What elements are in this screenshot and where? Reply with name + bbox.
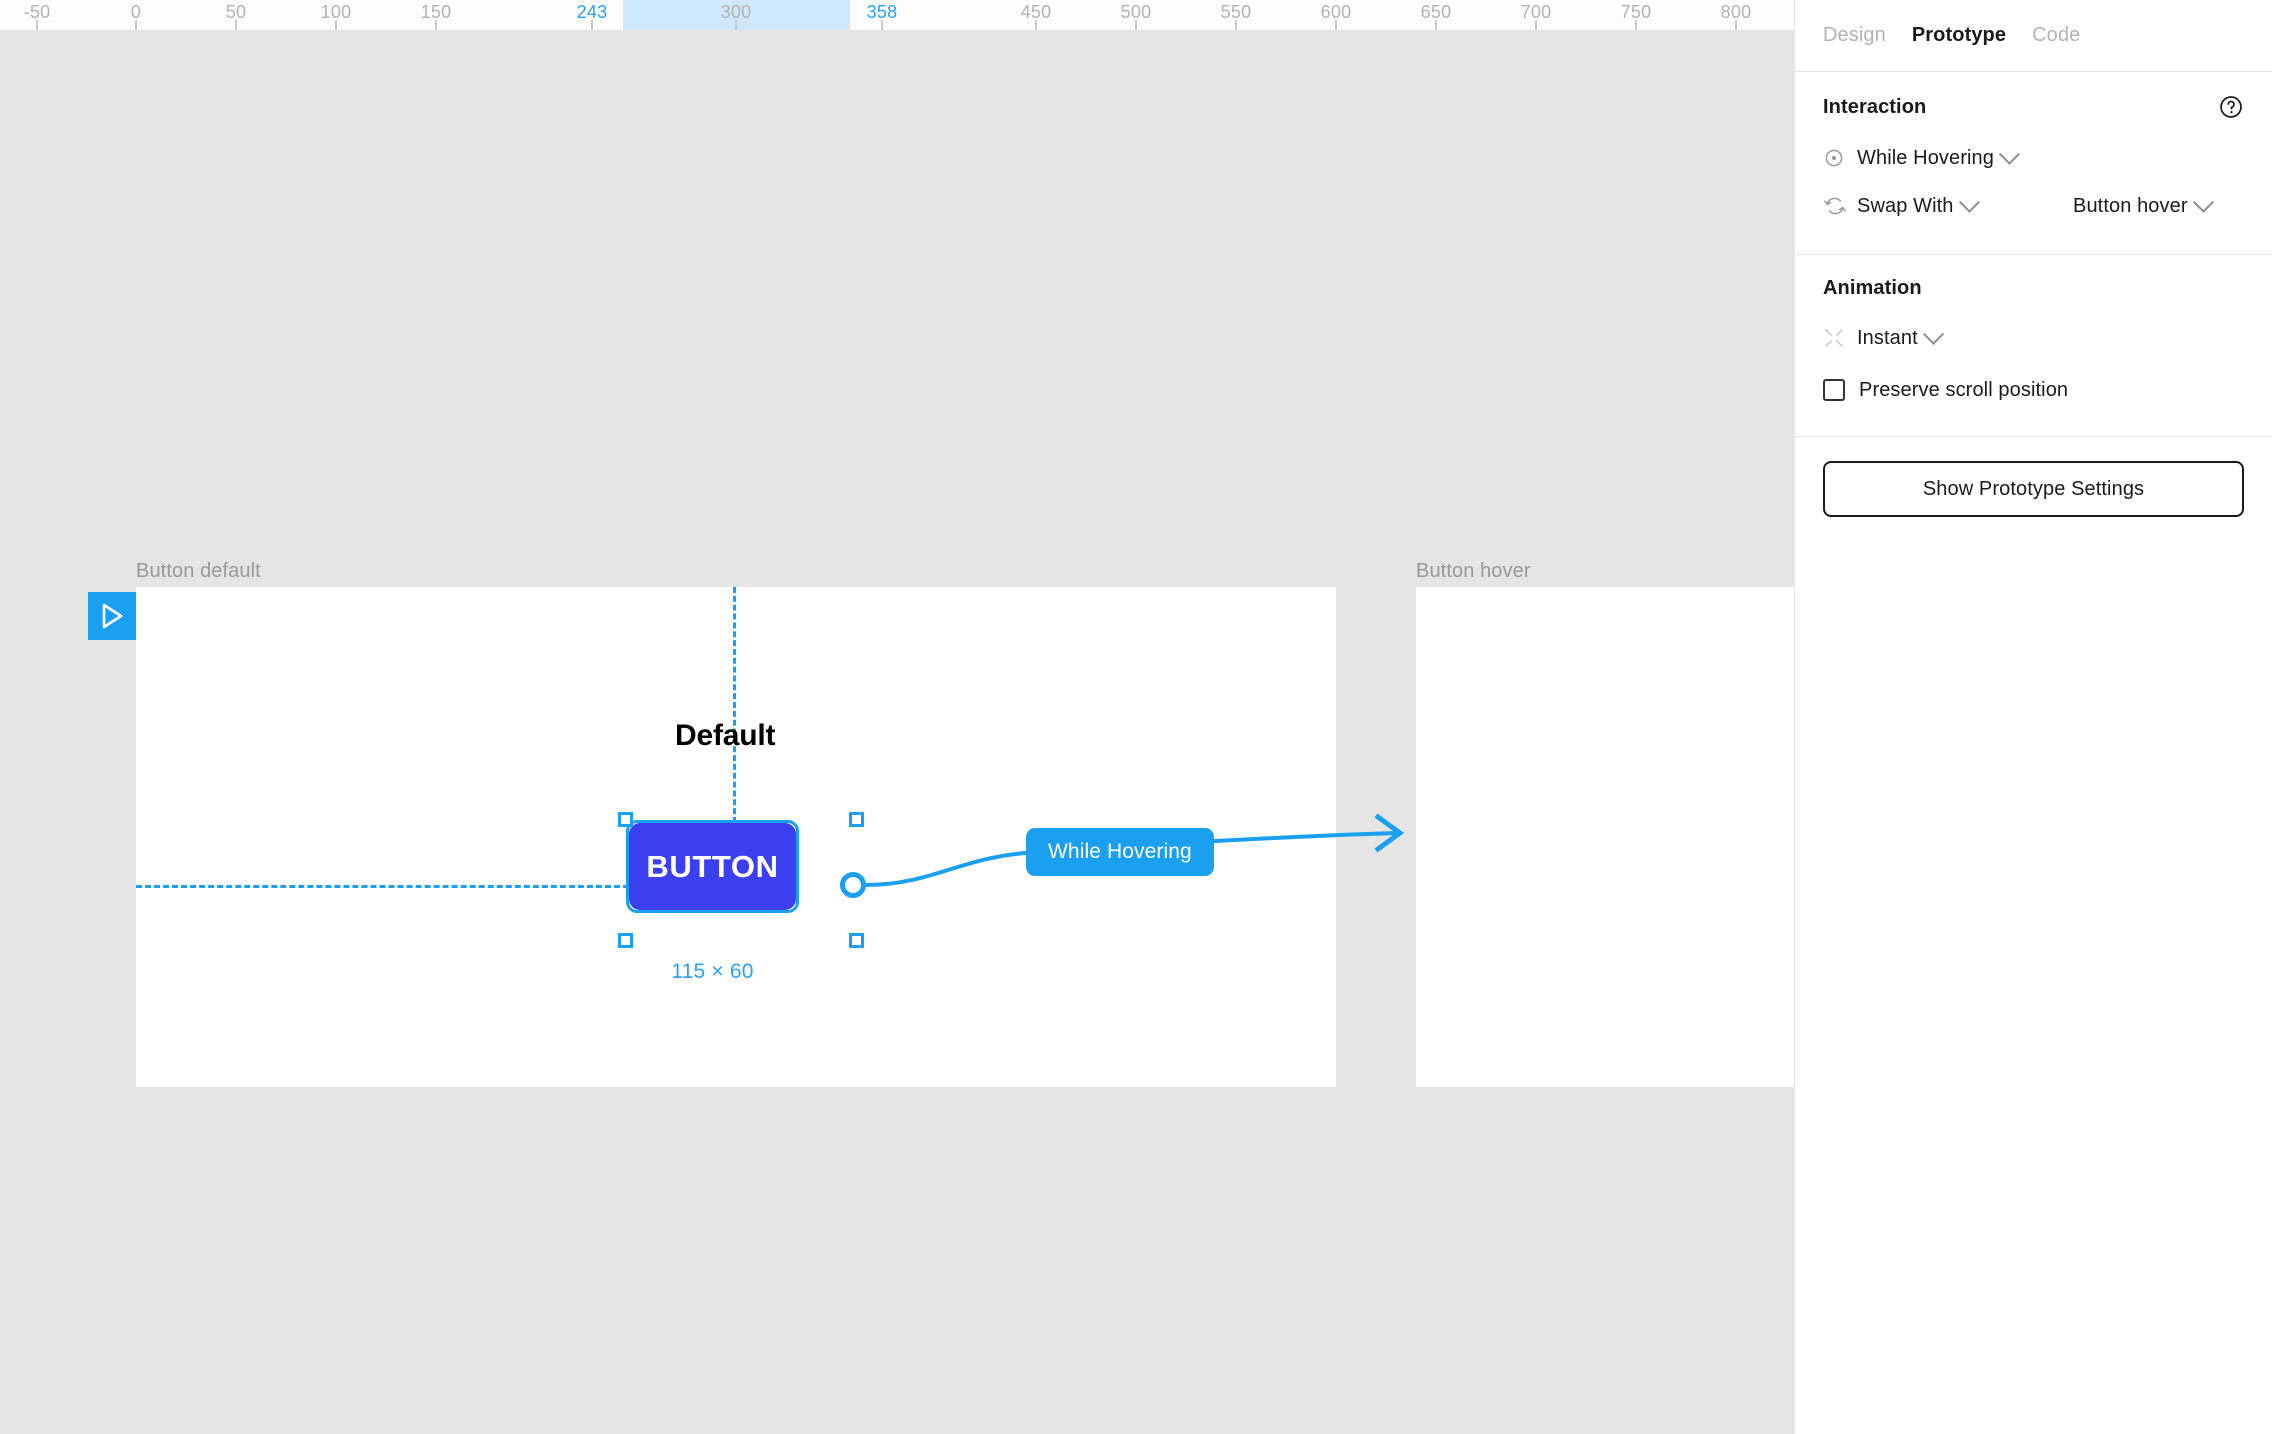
button-label: BUTTON: [646, 848, 779, 884]
ruler-tick: [1235, 20, 1237, 30]
interaction-trigger-row[interactable]: While Hovering: [1823, 134, 2244, 182]
ruler-tick: [36, 20, 38, 30]
action-destination-value: Button hover: [2073, 194, 2188, 217]
animation-title: Animation: [1823, 277, 1922, 299]
design-canvas[interactable]: Button default Button hover Default BUTT…: [0, 30, 1794, 1434]
action-value: Swap With: [1857, 194, 1954, 217]
selection-handle-bottom-right[interactable]: [849, 933, 864, 948]
animation-type-dropdown[interactable]: Instant: [1857, 323, 1944, 350]
canvas-text-default[interactable]: Default: [675, 719, 775, 753]
play-prototype-badge[interactable]: [88, 592, 136, 640]
alignment-guide-vertical: [733, 587, 736, 823]
chevron-down-icon: [1958, 191, 1980, 213]
ruler-tick: [1335, 20, 1337, 30]
chevron-down-icon: [1998, 143, 2021, 165]
show-prototype-settings-button[interactable]: Show Prototype Settings: [1823, 461, 2244, 517]
connection-anchor-dot[interactable]: [840, 872, 866, 898]
target-dot-icon: [1823, 147, 1857, 169]
interaction-title: Interaction: [1823, 95, 1927, 118]
figma-window: -50 0 50 100 150 243 300 358 450 500 550 600 650 700 7…: [0, 0, 2272, 1434]
selection-handle-top-right[interactable]: [849, 812, 864, 827]
action-dropdown[interactable]: Swap With: [1857, 191, 1980, 218]
ruler-tick: [1535, 20, 1537, 30]
right-properties-panel: Design Prototype Code Interaction While …: [1794, 0, 2272, 1434]
trigger-value: While Hovering: [1857, 146, 1995, 169]
button-component-node[interactable]: BUTTON: [629, 823, 796, 910]
instant-icon: [1823, 327, 1857, 349]
ruler-tick: [1435, 20, 1437, 30]
tab-code[interactable]: Code: [2032, 24, 2080, 47]
ruler-tick: [881, 20, 883, 30]
ruler-tick: [735, 20, 737, 30]
interaction-pill-while-hovering[interactable]: While Hovering: [1026, 828, 1214, 876]
trigger-dropdown[interactable]: While Hovering: [1857, 143, 2021, 170]
tab-prototype[interactable]: Prototype: [1912, 24, 2006, 47]
interaction-section: Interaction While Hovering Swap With But…: [1795, 72, 2272, 255]
ruler-tick: [235, 20, 237, 30]
animation-section: Animation Instant Preserve scroll positi…: [1795, 255, 2272, 437]
ruler-tick: [1035, 20, 1037, 30]
animation-type-value: Instant: [1857, 326, 1918, 349]
selection-handle-top-left[interactable]: [618, 812, 633, 827]
frame-button-hover[interactable]: [1416, 587, 1794, 1087]
help-circle-icon[interactable]: [2218, 94, 2244, 120]
show-prototype-settings-wrap: Show Prototype Settings: [1795, 437, 2272, 541]
chevron-down-icon: [1922, 323, 1944, 345]
preserve-scroll-checkbox[interactable]: [1823, 379, 1845, 401]
animation-type-row[interactable]: Instant: [1823, 314, 2244, 362]
ruler-tick: [1735, 20, 1737, 30]
frame-label-button-default[interactable]: Button default: [136, 560, 261, 583]
swap-arrows-icon: [1823, 194, 1857, 218]
tab-design[interactable]: Design: [1823, 24, 1886, 47]
action-destination-dropdown[interactable]: Button hover: [2073, 191, 2214, 218]
alignment-guide-horizontal: [136, 885, 629, 888]
selection-size-label: 115 × 60: [671, 960, 754, 983]
ruler-tick: [335, 20, 337, 30]
chevron-down-icon: [2192, 191, 2214, 213]
panel-tab-bar: Design Prototype Code: [1795, 0, 2272, 72]
play-icon: [102, 603, 123, 629]
action-left-group: Swap With: [1823, 191, 2073, 218]
animation-section-header: Animation: [1823, 277, 2244, 300]
horizontal-ruler[interactable]: -50 0 50 100 150 243 300 358 450 500 550 600 650 700 7…: [0, 0, 1794, 30]
preserve-scroll-row[interactable]: Preserve scroll position: [1823, 368, 2244, 412]
ruler-tick: [1635, 20, 1637, 30]
interaction-section-header: Interaction: [1823, 94, 2244, 120]
ruler-tick: [435, 20, 437, 30]
preserve-scroll-label: Preserve scroll position: [1859, 378, 2069, 401]
ruler-tick: [1135, 20, 1137, 30]
frame-label-button-hover[interactable]: Button hover: [1416, 560, 1531, 583]
ruler-tick: [591, 20, 593, 30]
selection-handle-bottom-left[interactable]: [618, 933, 633, 948]
interaction-action-row[interactable]: Swap With Button hover: [1823, 182, 2244, 230]
ruler-tick: [135, 20, 137, 30]
